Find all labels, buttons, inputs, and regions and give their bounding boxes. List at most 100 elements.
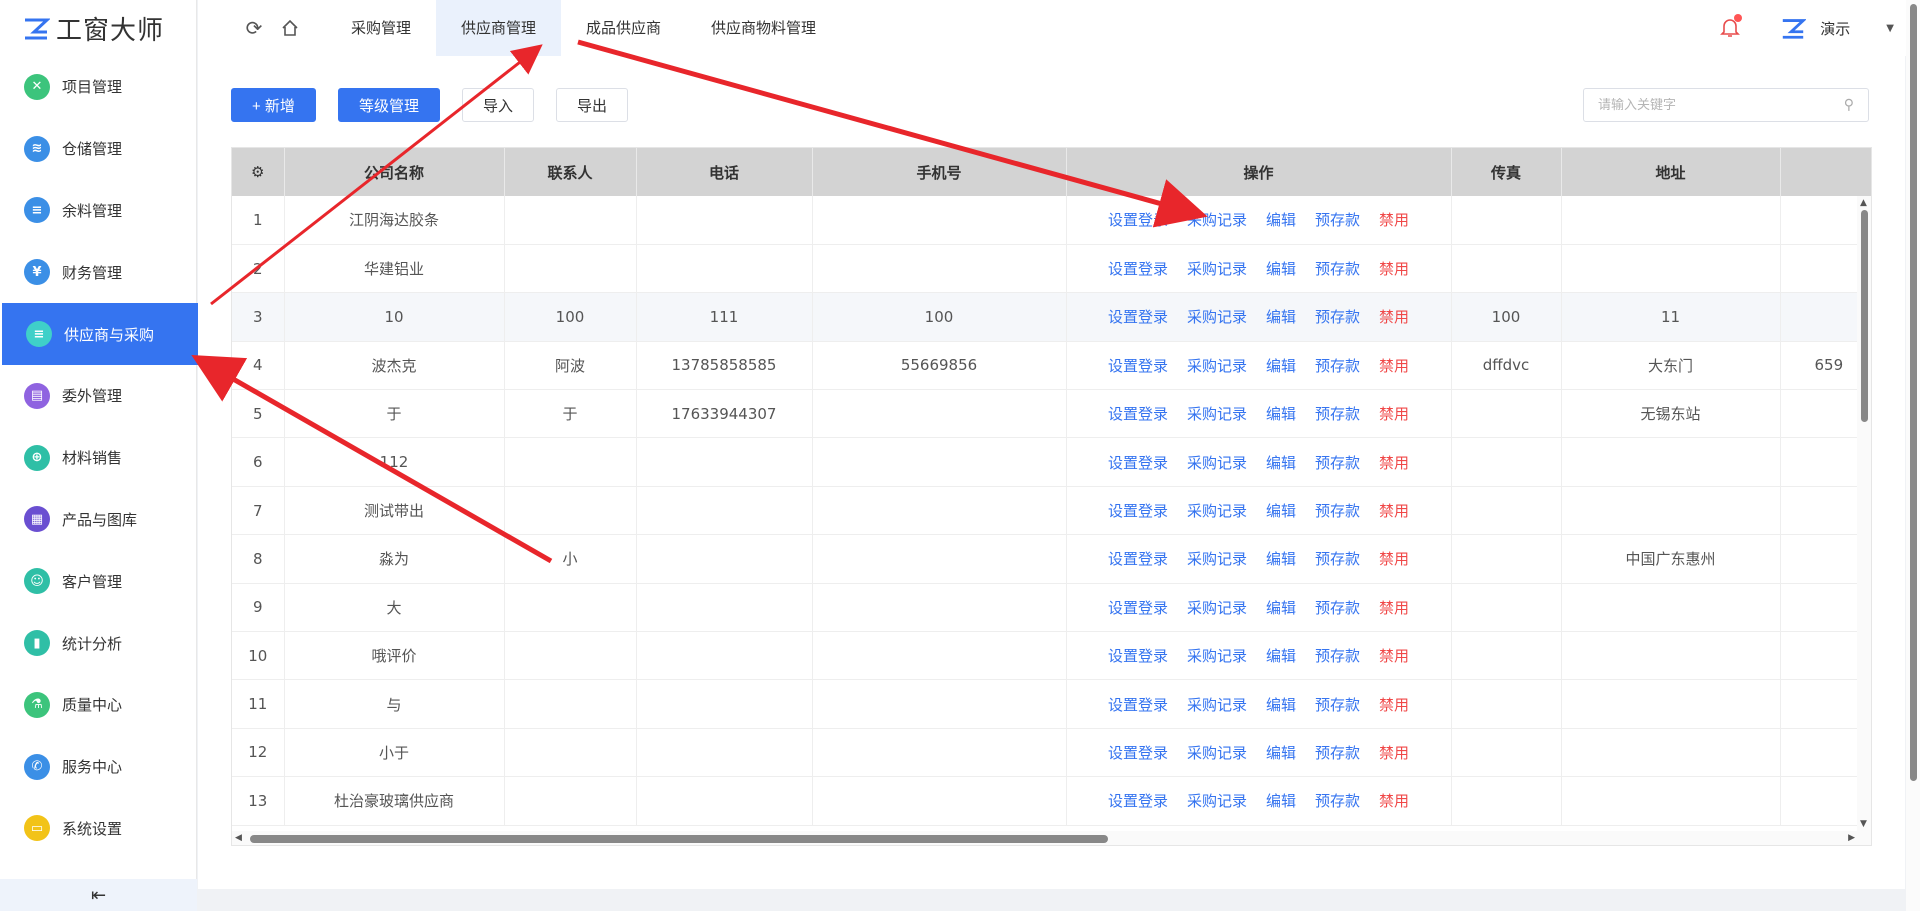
column-header[interactable]: 传真 — [1451, 148, 1562, 196]
purchase-records-link[interactable]: 采购记录 — [1187, 597, 1247, 618]
edit-link[interactable]: 编辑 — [1266, 790, 1296, 811]
column-header[interactable]: 电话 — [636, 148, 813, 196]
edit-link[interactable]: 编辑 — [1266, 452, 1296, 473]
scroll-left-icon[interactable]: ◀ — [235, 833, 242, 843]
scroll-up-icon[interactable]: ▲ — [1860, 198, 1867, 208]
table-row[interactable]: 8 淼为小 设置登录 采购记录 编辑 预存款 禁用 中国广东惠州 — [232, 534, 1871, 584]
search-input[interactable] — [1598, 97, 1844, 113]
prepayment-link[interactable]: 预存款 — [1315, 452, 1360, 473]
purchase-records-link[interactable]: 采购记录 — [1187, 694, 1247, 715]
disable-link[interactable]: 禁用 — [1379, 694, 1409, 715]
prepayment-link[interactable]: 预存款 — [1315, 306, 1360, 327]
prepayment-link[interactable]: 预存款 — [1315, 597, 1360, 618]
table-row[interactable]: 1 江阴海达胶条 设置登录 采购记录 编辑 预存款 禁用 — [232, 196, 1871, 245]
brand-logo[interactable]: 工窗大师 — [0, 0, 196, 56]
prepayment-link[interactable]: 预存款 — [1315, 548, 1360, 569]
sidebar-item[interactable]: ✕ 项目管理 — [0, 56, 196, 118]
set-login-link[interactable]: 设置登录 — [1108, 742, 1168, 763]
prepayment-link[interactable]: 预存款 — [1315, 790, 1360, 811]
table-row[interactable]: 2 华建铝业 设置登录 采购记录 编辑 预存款 禁用 — [232, 244, 1871, 294]
table-row[interactable]: 3 10 100 111 100 设置登录 采购记录 编辑 预存款 禁用 100 11 — [232, 292, 1871, 342]
disable-link[interactable]: 禁用 — [1379, 452, 1409, 473]
disable-link[interactable]: 禁用 — [1379, 355, 1409, 376]
scroll-down-icon[interactable]: ▼ — [1860, 819, 1867, 829]
purchase-records-link[interactable]: 采购记录 — [1187, 645, 1247, 666]
collapse-sidebar-button[interactable]: ⇤ — [0, 879, 197, 911]
disable-link[interactable]: 禁用 — [1379, 209, 1409, 230]
set-login-link[interactable]: 设置登录 — [1108, 258, 1168, 279]
table-row[interactable]: 6 112 设置登录 采购记录 编辑 预存款 禁用 — [232, 437, 1871, 487]
sidebar-item[interactable]: ▭ 系统设置 — [0, 798, 196, 860]
table-row[interactable]: 10 哦评价 设置登录 采购记录 编辑 预存款 禁用 — [232, 631, 1871, 681]
scroll-right-icon[interactable]: ▶ — [1848, 833, 1855, 843]
disable-link[interactable]: 禁用 — [1379, 258, 1409, 279]
purchase-records-link[interactable]: 采购记录 — [1187, 500, 1247, 521]
edit-link[interactable]: 编辑 — [1266, 355, 1296, 376]
table-row[interactable]: 12 小于 设置登录 采购记录 编辑 预存款 禁用 — [232, 728, 1871, 778]
user-menu-caret-icon[interactable]: ▼ — [1886, 23, 1894, 34]
column-header[interactable]: 公司名称 — [284, 148, 505, 196]
disable-link[interactable]: 禁用 — [1379, 597, 1409, 618]
table-vertical-scrollbar[interactable]: ▲ ▼ — [1857, 196, 1871, 831]
user-avatar-icon[interactable] — [1780, 15, 1807, 41]
sidebar-item[interactable]: ≡ 供应商与采购 — [2, 303, 198, 365]
user-name[interactable]: 演示 — [1820, 18, 1850, 39]
sidebar-item[interactable]: ⚗ 质量中心 — [0, 674, 196, 736]
home-icon[interactable] — [274, 12, 306, 44]
set-login-link[interactable]: 设置登录 — [1108, 694, 1168, 715]
tab[interactable]: 采购管理 — [326, 0, 436, 56]
sidebar-item[interactable]: ≋ 仓储管理 — [0, 118, 196, 180]
set-login-link[interactable]: 设置登录 — [1108, 597, 1168, 618]
table-vertical-scroll-thumb[interactable] — [1861, 210, 1868, 422]
edit-link[interactable]: 编辑 — [1266, 742, 1296, 763]
purchase-records-link[interactable]: 采购记录 — [1187, 452, 1247, 473]
import-button[interactable]: 导入 — [461, 88, 534, 122]
column-header[interactable]: 手机号 — [812, 148, 1067, 196]
edit-link[interactable]: 编辑 — [1266, 645, 1296, 666]
set-login-link[interactable]: 设置登录 — [1108, 645, 1168, 666]
edit-link[interactable]: 编辑 — [1266, 258, 1296, 279]
search-icon[interactable]: ⚲ — [1844, 97, 1854, 113]
set-login-link[interactable]: 设置登录 — [1108, 548, 1168, 569]
tab[interactable]: 成品供应商 — [561, 0, 686, 56]
column-header[interactable]: 操作 — [1066, 148, 1452, 196]
prepayment-link[interactable]: 预存款 — [1315, 258, 1360, 279]
purchase-records-link[interactable]: 采购记录 — [1187, 355, 1247, 376]
set-login-link[interactable]: 设置登录 — [1108, 355, 1168, 376]
set-login-link[interactable]: 设置登录 — [1108, 306, 1168, 327]
sidebar-item[interactable]: ¥ 财务管理 — [0, 241, 196, 303]
set-login-link[interactable]: 设置登录 — [1108, 209, 1168, 230]
purchase-records-link[interactable]: 采购记录 — [1187, 258, 1247, 279]
edit-link[interactable]: 编辑 — [1266, 597, 1296, 618]
edit-link[interactable]: 编辑 — [1266, 548, 1296, 569]
edit-link[interactable]: 编辑 — [1266, 694, 1296, 715]
table-row[interactable]: 9 大 设置登录 采购记录 编辑 预存款 禁用 — [232, 583, 1871, 633]
prepayment-link[interactable]: 预存款 — [1315, 694, 1360, 715]
table-row[interactable]: 4 波杰克 阿波 13785858585 55669856 设置登录 采购记录 编辑 预存款 禁用… — [232, 341, 1871, 391]
sidebar-item[interactable]: ▮ 统计分析 — [0, 612, 196, 674]
column-settings-icon[interactable]: ⚙ — [232, 148, 285, 196]
disable-link[interactable]: 禁用 — [1379, 548, 1409, 569]
purchase-records-link[interactable]: 采购记录 — [1187, 790, 1247, 811]
prepayment-link[interactable]: 预存款 — [1315, 645, 1360, 666]
set-login-link[interactable]: 设置登录 — [1108, 403, 1168, 424]
disable-link[interactable]: 禁用 — [1379, 645, 1409, 666]
notification-bell-icon[interactable] — [1716, 14, 1744, 42]
sidebar-item[interactable]: ≡ 余料管理 — [0, 180, 196, 242]
set-login-link[interactable]: 设置登录 — [1108, 500, 1168, 521]
column-header[interactable]: 地址 — [1561, 148, 1781, 196]
sidebar-item[interactable]: ▤ 委外管理 — [0, 365, 196, 427]
refresh-icon[interactable]: ⟳ — [238, 12, 270, 44]
purchase-records-link[interactable]: 采购记录 — [1187, 306, 1247, 327]
add-button[interactable]: + 新增 — [231, 88, 316, 122]
page-vertical-scrollbar[interactable] — [1906, 0, 1920, 911]
tab[interactable]: 供应商物料管理 — [686, 0, 841, 56]
set-login-link[interactable]: 设置登录 — [1108, 790, 1168, 811]
prepayment-link[interactable]: 预存款 — [1315, 403, 1360, 424]
sidebar-item[interactable]: ☺ 客户管理 — [0, 550, 196, 612]
disable-link[interactable]: 禁用 — [1379, 790, 1409, 811]
purchase-records-link[interactable]: 采购记录 — [1187, 742, 1247, 763]
prepayment-link[interactable]: 预存款 — [1315, 355, 1360, 376]
table-row[interactable]: 11 与 设置登录 采购记录 编辑 预存款 禁用 — [232, 679, 1871, 729]
purchase-records-link[interactable]: 采购记录 — [1187, 403, 1247, 424]
